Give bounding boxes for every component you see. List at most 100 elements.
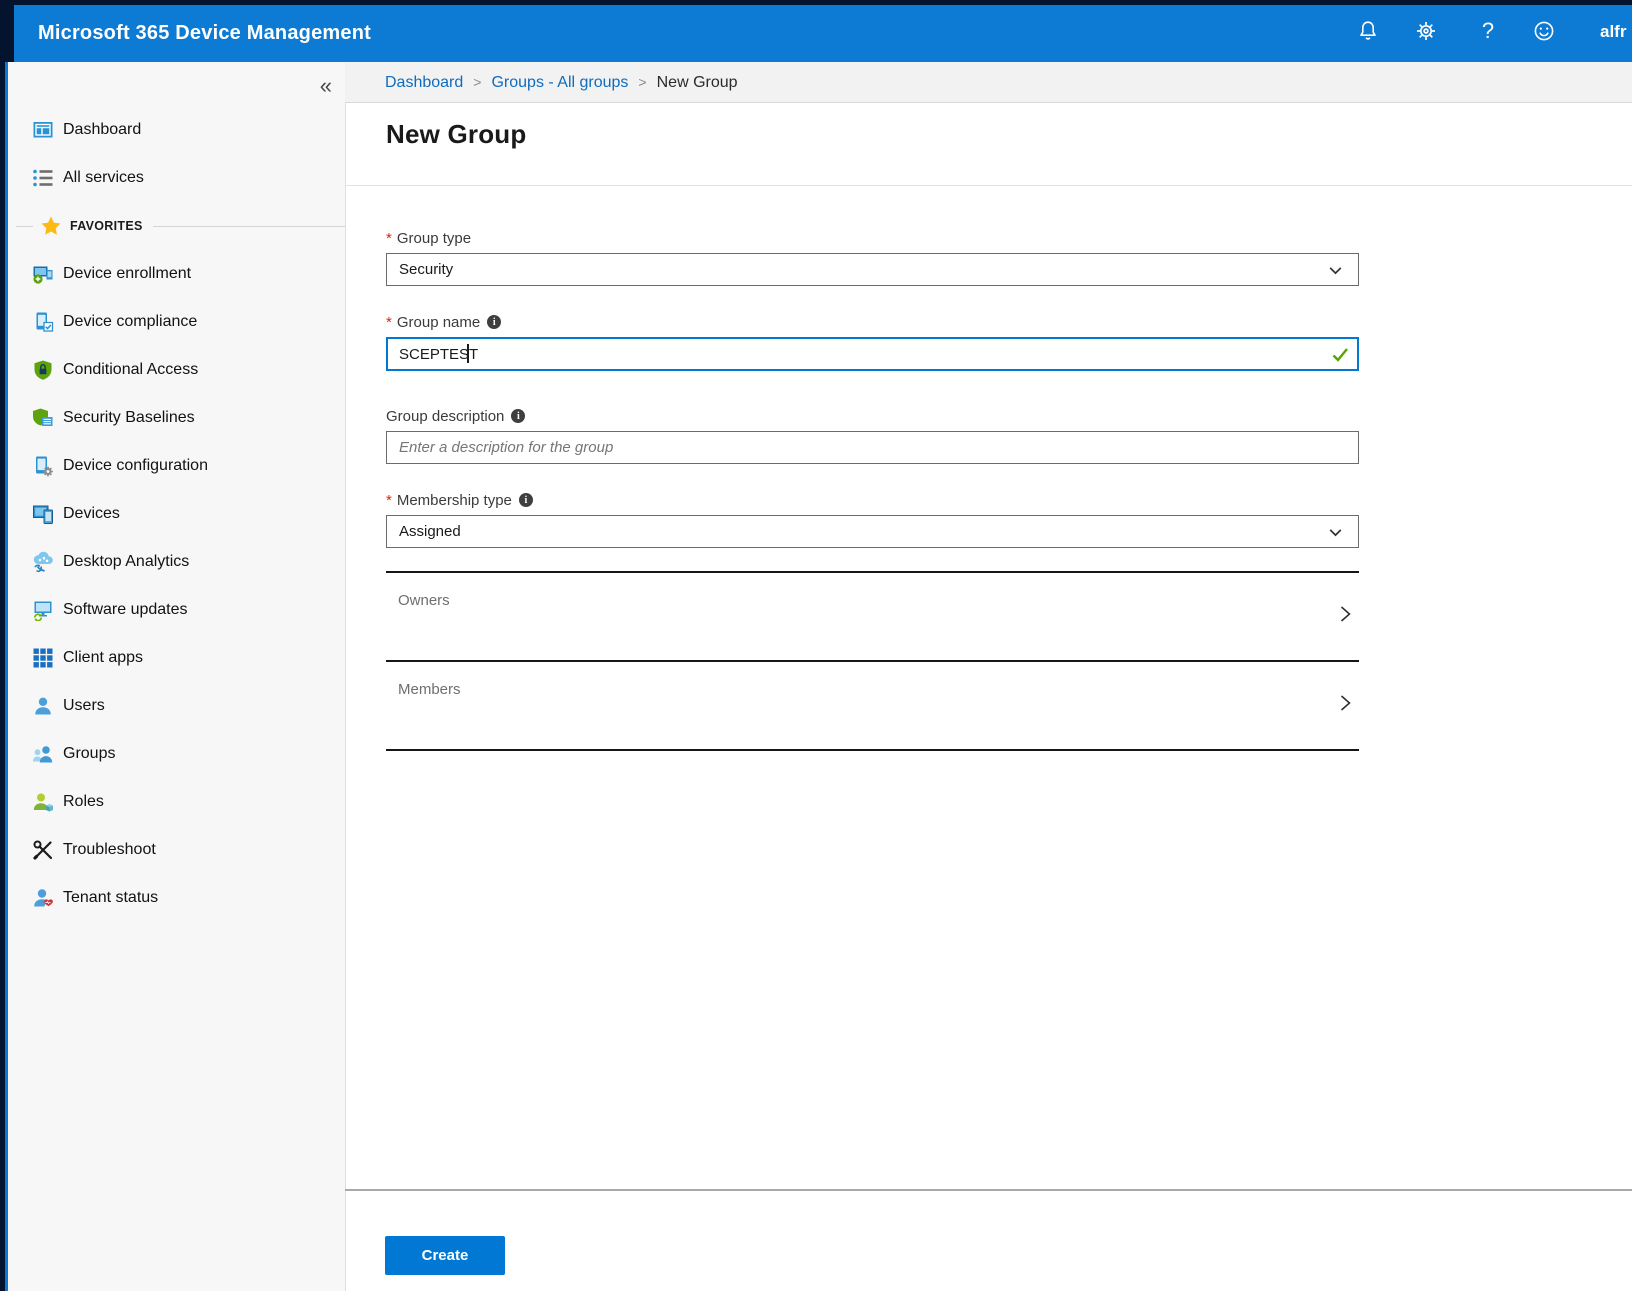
footer-divider: [345, 1189, 1632, 1191]
sidebar-item-tenant-status[interactable]: Tenant status: [8, 874, 345, 922]
sidebar-item-label: Device compliance: [63, 313, 197, 331]
all-services-icon: [32, 167, 54, 189]
picker-sections: Owners Members: [386, 571, 1359, 751]
sidebar-item-groups[interactable]: Groups: [8, 730, 345, 778]
sidebar-item-label: Groups: [63, 745, 115, 763]
sidebar-item-client-apps[interactable]: Client apps: [8, 634, 345, 682]
text-caret: [467, 344, 469, 363]
sidebar-item-device-configuration[interactable]: Device configuration: [8, 442, 345, 490]
chevron-right-icon: [1337, 603, 1353, 630]
svg-text:?: ?: [1482, 19, 1494, 43]
app-title: Microsoft 365 Device Management: [38, 0, 371, 62]
groups-icon: [32, 743, 54, 765]
group-type-label: Group type: [397, 230, 471, 247]
sidebar-item-label: Roles: [63, 793, 104, 811]
members-row[interactable]: Members: [386, 660, 1359, 749]
sidebar-nav: « Dashboard All service: [8, 62, 345, 1291]
chevron-down-icon: [1327, 262, 1344, 283]
sidebar-item-label: Device enrollment: [63, 265, 191, 283]
required-asterisk: *: [386, 492, 392, 509]
required-asterisk: *: [386, 314, 392, 331]
main-content: Dashboard>Groups - All groups>New Group …: [345, 62, 1632, 1291]
group-name-input[interactable]: [386, 337, 1359, 371]
sidebar-item-troubleshoot[interactable]: Troubleshoot: [8, 826, 345, 874]
page-title: New Group: [386, 119, 526, 149]
sidebar-item-label: Client apps: [63, 649, 143, 667]
sidebar-item-devices[interactable]: Devices: [8, 490, 345, 538]
feedback-smiley-icon[interactable]: [1532, 19, 1556, 43]
info-icon[interactable]: i: [519, 493, 533, 507]
sidebar-item-label: Dashboard: [63, 121, 141, 139]
settings-gear-icon[interactable]: [1414, 19, 1438, 43]
breadcrumb-link-groups-all-groups[interactable]: Groups - All groups: [491, 74, 628, 91]
left-accent-strip: [5, 62, 8, 1291]
membership-type-select[interactable]: Assigned: [386, 515, 1359, 548]
create-button[interactable]: Create: [385, 1236, 505, 1275]
desktop-analytics-icon: [32, 551, 54, 573]
info-icon[interactable]: i: [487, 315, 501, 329]
sidebar-item-conditional-access[interactable]: Conditional Access: [8, 346, 345, 394]
tenant-status-icon: [32, 887, 54, 909]
breadcrumb-separator: >: [638, 74, 646, 90]
sidebar-item-label: Users: [63, 697, 105, 715]
group-description-input[interactable]: [386, 431, 1359, 464]
owners-row[interactable]: Owners: [386, 571, 1359, 660]
favorites-star-icon: [40, 215, 62, 237]
group-type-select[interactable]: Security: [386, 253, 1359, 286]
devices-icon: [32, 503, 54, 525]
sidebar-item-all-services[interactable]: All services: [8, 154, 345, 202]
device-enrollment-icon: [32, 263, 54, 285]
group-description-label-row: Group description i: [386, 407, 1359, 425]
sidebar-item-label: Desktop Analytics: [63, 553, 189, 571]
group-name-field-wrap: [386, 337, 1359, 371]
sidebar-item-label: Tenant status: [63, 889, 158, 907]
group-type-value: Security: [399, 261, 453, 278]
sidebar-item-label: Conditional Access: [63, 361, 198, 379]
divider: [16, 226, 33, 227]
device-configuration-icon: [32, 455, 54, 477]
info-icon[interactable]: i: [511, 409, 525, 423]
sidebar-favorites-heading: FAVORITES: [8, 202, 345, 250]
sidebar-item-device-compliance[interactable]: Device compliance: [8, 298, 345, 346]
roles-icon: [32, 791, 54, 813]
membership-type-label: Membership type: [397, 492, 512, 509]
window-top-edge: [0, 0, 1632, 5]
new-group-form: * Group type Security * Group name i: [346, 186, 1359, 751]
favorites-label: FAVORITES: [70, 219, 143, 233]
group-description-label: Group description: [386, 408, 504, 425]
sidebar-item-dashboard[interactable]: Dashboard: [8, 106, 345, 154]
chevron-down-icon: [1327, 524, 1344, 545]
sidebar-item-desktop-analytics[interactable]: Desktop Analytics: [8, 538, 345, 586]
group-type-label-row: * Group type: [386, 229, 1359, 247]
device-compliance-icon: [32, 311, 54, 333]
sidebar-item-device-enrollment[interactable]: Device enrollment: [8, 250, 345, 298]
conditional-access-icon: [32, 359, 54, 381]
users-icon: [32, 695, 54, 717]
membership-type-value: Assigned: [399, 523, 461, 540]
membership-type-label-row: * Membership type i: [386, 491, 1359, 509]
breadcrumb: Dashboard > Groups - All groups > New Group: [345, 62, 1632, 103]
sidebar-item-label: Troubleshoot: [63, 841, 156, 859]
sidebar-item-software-updates[interactable]: Software updates: [8, 586, 345, 634]
account-name[interactable]: alfr: [1600, 0, 1632, 62]
sidebar-item-users[interactable]: Users: [8, 682, 345, 730]
required-asterisk: *: [386, 230, 392, 247]
troubleshoot-icon: [32, 839, 54, 861]
notifications-bell-icon[interactable]: [1356, 19, 1380, 43]
sidebar-item-security-baselines[interactable]: Security Baselines: [8, 394, 345, 442]
breadcrumb-current: New Group: [657, 74, 738, 91]
owners-label: Owners: [398, 592, 450, 609]
blade-header: New Group: [346, 103, 1632, 186]
breadcrumb-link-dashboard[interactable]: Dashboard: [385, 74, 463, 91]
sidebar-item-label: Security Baselines: [63, 409, 195, 427]
breadcrumb-separator: >: [473, 74, 481, 90]
sidebar-item-label: Software updates: [63, 601, 188, 619]
sidebar-collapse-chevron[interactable]: «: [320, 75, 332, 97]
sidebar-item-roles[interactable]: Roles: [8, 778, 345, 826]
valid-check-icon: [1330, 344, 1350, 369]
divider: [153, 226, 345, 227]
security-baselines-icon: [32, 407, 54, 429]
topbar-left-dark-block: [0, 0, 14, 62]
chevron-right-icon: [1337, 692, 1353, 719]
help-icon[interactable]: ?: [1476, 19, 1500, 43]
